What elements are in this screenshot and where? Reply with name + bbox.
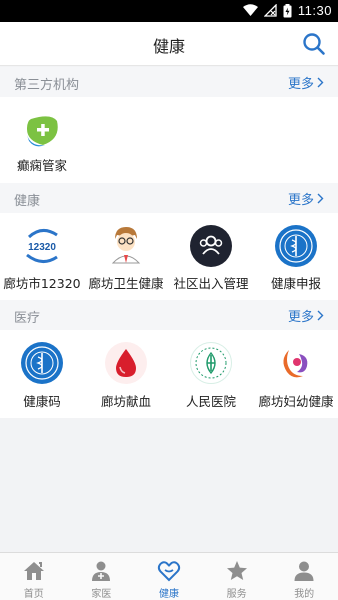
tile-label: 人民医院 [185,394,236,409]
maternal-child-icon [275,342,317,384]
section-title: 第三方机构 [14,78,80,93]
tab-services[interactable]: 服务 [203,553,271,600]
app-tile-maternal-child-health[interactable]: 廊坊妇幼健康 [254,330,338,418]
tile-label: 社区出入管理 [173,276,249,291]
more-link-third-party[interactable]: 更多 [288,73,324,92]
heart-icon [157,561,181,582]
page-title: 健康 [152,37,185,56]
status-icons: 11:30 [242,3,332,18]
more-label: 更多 [287,193,314,208]
battery-charging-icon [283,3,292,17]
chevron-right-icon [317,193,324,204]
tab-profile[interactable]: 我的 [270,553,338,600]
section-header-health: 健康 更多 [0,183,338,213]
tab-label: 健康 [158,589,179,600]
section-title: 健康 [14,194,41,209]
section-header-medical: 医疗 更多 [0,300,338,330]
section-header-third-party: 第三方机构 更多 [0,67,338,97]
tile-label: 廊坊卫生健康 [88,276,164,291]
more-link-medical[interactable]: 更多 [288,306,324,325]
health-emblem-icon [275,225,317,267]
blood-drop-icon [105,342,147,384]
tab-label: 家医 [91,589,112,600]
tab-health[interactable]: 健康 [135,553,203,600]
star-icon [226,561,247,580]
app-header: 健康 [0,22,338,66]
app-tile-community-access[interactable]: 社区出入管理 [169,213,253,300]
status-time: 11:30 [297,3,332,18]
app-tile-blood-donation[interactable]: 廊坊献血 [84,330,168,418]
svg-text:12320: 12320 [28,242,56,253]
app-tile-langfang-health[interactable]: 廊坊卫生健康 [84,213,168,300]
app-tile-health-declaration[interactable]: 健康申报 [254,213,338,300]
home-icon [23,562,44,580]
search-button[interactable] [302,32,326,56]
search-icon [303,33,325,55]
section-body-health: 12320 廊坊市12320 廊坊卫生健康 社区出入管理 健康申报 [0,213,338,300]
bottom-tab-bar: 首页 家医 健康 服务 我的 [0,552,338,600]
community-people-icon [190,225,232,267]
tab-label: 服务 [226,589,247,600]
tab-home[interactable]: 首页 [0,553,68,600]
user-icon [294,561,314,581]
status-bar: 11:30 [0,0,338,22]
section-body-medical: 健康码 廊坊献血 人民医院 廊坊妇幼健康 [0,330,338,418]
tab-label: 我的 [294,589,315,600]
wifi-icon [242,4,258,16]
tab-label: 首页 [23,589,44,600]
tile-label: 健康申报 [270,276,321,291]
more-link-health[interactable]: 更多 [288,189,324,208]
tile-label: 廊坊市12320 [3,276,81,291]
app-tile-epilepsy-manager[interactable]: 癫痫管家 [0,97,84,183]
tile-label: 癫痫管家 [16,158,67,173]
app-tile-hotline-12320[interactable]: 12320 廊坊市12320 [0,213,84,300]
tile-label: 廊坊妇幼健康 [258,394,334,409]
tile-label: 健康码 [23,394,61,409]
tab-family-doctor[interactable]: 家医 [68,553,136,600]
more-label: 更多 [287,77,314,92]
doctor-avatar-icon [105,223,147,265]
family-doctor-icon [92,561,111,581]
epilepsy-manager-icon [21,111,63,153]
chevron-right-icon [317,77,324,88]
hotline-12320-icon: 12320 [21,225,63,267]
more-label: 更多 [287,310,314,325]
no-signal-icon [263,4,277,17]
tile-label: 廊坊献血 [100,394,151,409]
health-code-emblem-icon [21,342,63,384]
section-body-third-party: 癫痫管家 [0,97,338,183]
hospital-logo-icon [190,342,232,384]
app-tile-peoples-hospital[interactable]: 人民医院 [169,330,253,418]
section-title: 医疗 [14,311,41,326]
app-tile-health-code[interactable]: 健康码 [0,330,84,418]
chevron-right-icon [317,310,324,321]
